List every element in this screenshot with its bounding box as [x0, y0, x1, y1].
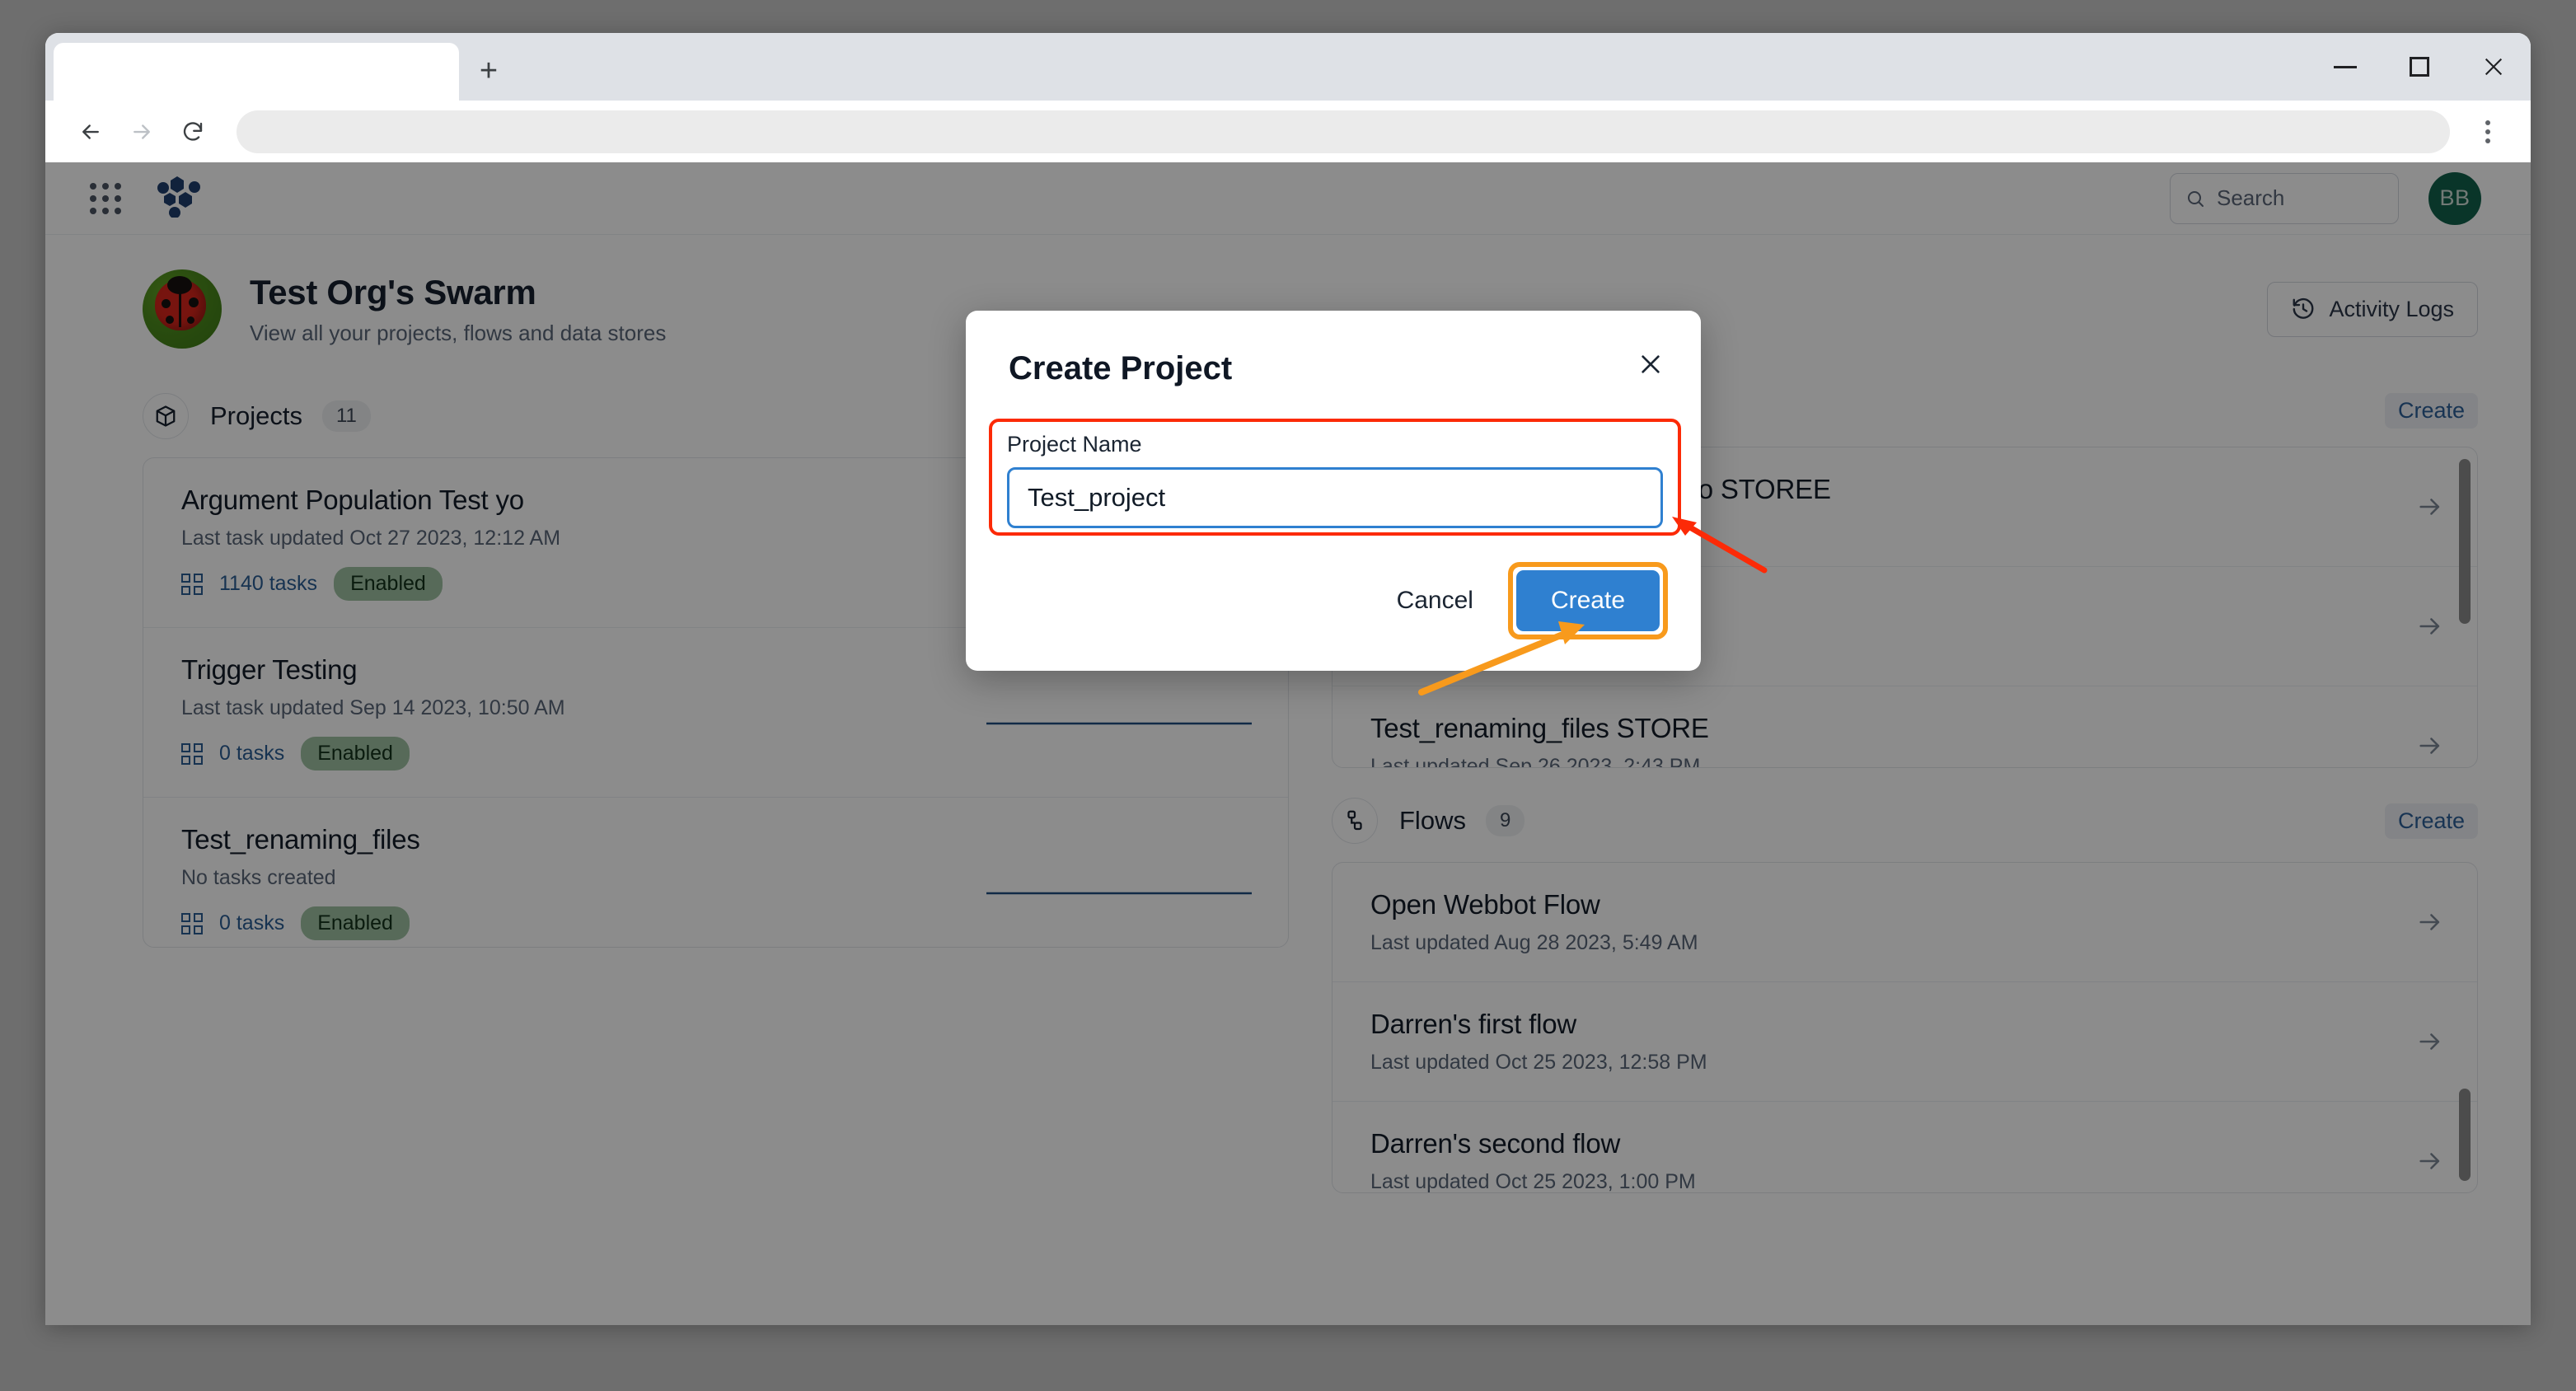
browser-menu-button[interactable] [2465, 109, 2511, 155]
modal-close-button[interactable] [1632, 345, 1670, 383]
window-controls [2308, 33, 2531, 101]
browser-tabstrip: + [45, 33, 2531, 101]
url-bar[interactable] [237, 110, 2450, 153]
new-tab-button[interactable]: + [459, 44, 518, 97]
forward-arrow-icon [133, 124, 150, 139]
reload-button[interactable] [167, 106, 218, 157]
maximize-icon [2410, 57, 2429, 77]
new-tab-label: + [479, 54, 499, 88]
kebab-dot [2485, 129, 2490, 134]
maximize-button[interactable] [2382, 33, 2457, 101]
forward-button[interactable] [116, 106, 167, 157]
modal-title: Create Project [1009, 350, 1233, 386]
kebab-dot [2485, 119, 2490, 125]
minimize-icon [2334, 65, 2357, 68]
create-button-highlight: Create [1507, 562, 1668, 639]
project-name-label: Project Name [1007, 432, 1142, 457]
modal-actions: Cancel Create [1379, 562, 1668, 639]
reload-icon [183, 121, 203, 141]
close-window-button[interactable] [2457, 33, 2531, 101]
back-button[interactable] [65, 106, 116, 157]
close-icon [2485, 58, 2503, 76]
project-name-input[interactable] [1007, 467, 1663, 528]
create-button[interactable]: Create [1515, 570, 1660, 631]
close-icon [1642, 355, 1660, 373]
back-arrow-icon [82, 124, 99, 139]
project-name-field-highlight: Project Name [989, 419, 1681, 536]
minimize-button[interactable] [2308, 33, 2382, 101]
kebab-dot [2485, 138, 2490, 143]
create-project-modal: Create Project Project Name Cancel Creat… [966, 311, 1701, 671]
browser-window: + Search BB Test Org's Swarm View all yo… [45, 33, 2531, 1325]
browser-toolbar [45, 101, 2531, 162]
browser-tab[interactable] [54, 43, 459, 101]
cancel-button[interactable]: Cancel [1379, 574, 1492, 628]
